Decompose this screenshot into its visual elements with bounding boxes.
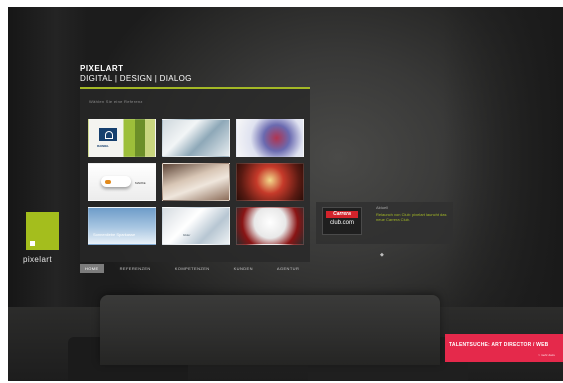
job-banner[interactable]: TALENTSUCHE: ART DIRECTOR / WEB > mehr d… (445, 334, 563, 362)
thumbnail-grid: RAINIEL MARKE Sonnenliebe Sparkasse bild… (88, 119, 304, 245)
reference-thumbnail-6[interactable] (236, 163, 304, 201)
carrera-logo-top: Carrera (326, 211, 358, 218)
pixelart-logo-icon[interactable] (26, 212, 59, 250)
reference-panel: Wählen Sie eine Referenz RAINIEL MARKE S… (80, 87, 310, 262)
reference-thumbnail-8[interactable]: bilder (162, 207, 230, 245)
teaser-body: Relaunch von Club: pixelart launcht das … (376, 212, 447, 222)
site-stage: PIXELART DIGITAL | DESIGN | DIALOG Wähle… (8, 7, 563, 381)
carrera-logo-bottom: club.com (329, 220, 354, 226)
nav-home[interactable]: HOME (80, 263, 104, 273)
nav-kunden[interactable]: KUNDEN (234, 266, 253, 271)
thumbnail-label: bilder (183, 233, 191, 237)
teaser-indicator-icon[interactable]: ◆ (380, 252, 384, 258)
main-navigation: HOME REFERENZEN KOMPETENZEN KUNDEN AGENT… (80, 263, 323, 273)
logo-square-icon (30, 241, 35, 246)
brand-name: PIXELART (80, 64, 124, 73)
nav-kompetenzen[interactable]: KOMPETENZEN (175, 266, 210, 271)
reference-thumbnail-5[interactable] (162, 163, 230, 201)
brand-header: PIXELART DIGITAL | DESIGN | DIALOG (80, 64, 192, 83)
thumbnail-label: Sonnenliebe Sparkasse (93, 232, 136, 237)
banner-title: TALENTSUCHE: ART DIRECTOR / WEB (449, 342, 549, 348)
carrera-club-logo: Carrera club.com (322, 207, 362, 235)
reference-thumbnail-2[interactable] (162, 119, 230, 157)
reference-thumbnail-1[interactable]: RAINIEL (88, 119, 156, 157)
teaser-title: Aktuell (376, 205, 389, 210)
rainiel-logo-icon (99, 128, 117, 141)
logo-wordmark: pixelart (23, 255, 52, 264)
nav-referenzen[interactable]: REFERENZEN (120, 266, 151, 271)
reference-thumbnail-9[interactable] (236, 207, 304, 245)
news-teaser[interactable]: Carrera club.com Aktuell Relaunch von Cl… (316, 202, 453, 244)
thumbnail-label: MARKE (135, 181, 146, 185)
product-dot-icon (105, 180, 111, 184)
background-sofa (100, 295, 440, 365)
thumbnail-label: RAINIEL (97, 144, 109, 148)
nav-agentur[interactable]: AGENTUR (277, 266, 299, 271)
reference-thumbnail-3[interactable] (236, 119, 304, 157)
reference-thumbnail-7[interactable]: Sonnenliebe Sparkasse (88, 207, 156, 245)
brand-tagline: DIGITAL | DESIGN | DIALOG (80, 74, 192, 83)
banner-more-link[interactable]: > mehr dazu (538, 353, 555, 357)
panel-hint: Wählen Sie eine Referenz (89, 99, 143, 104)
reference-thumbnail-4[interactable]: MARKE (88, 163, 156, 201)
